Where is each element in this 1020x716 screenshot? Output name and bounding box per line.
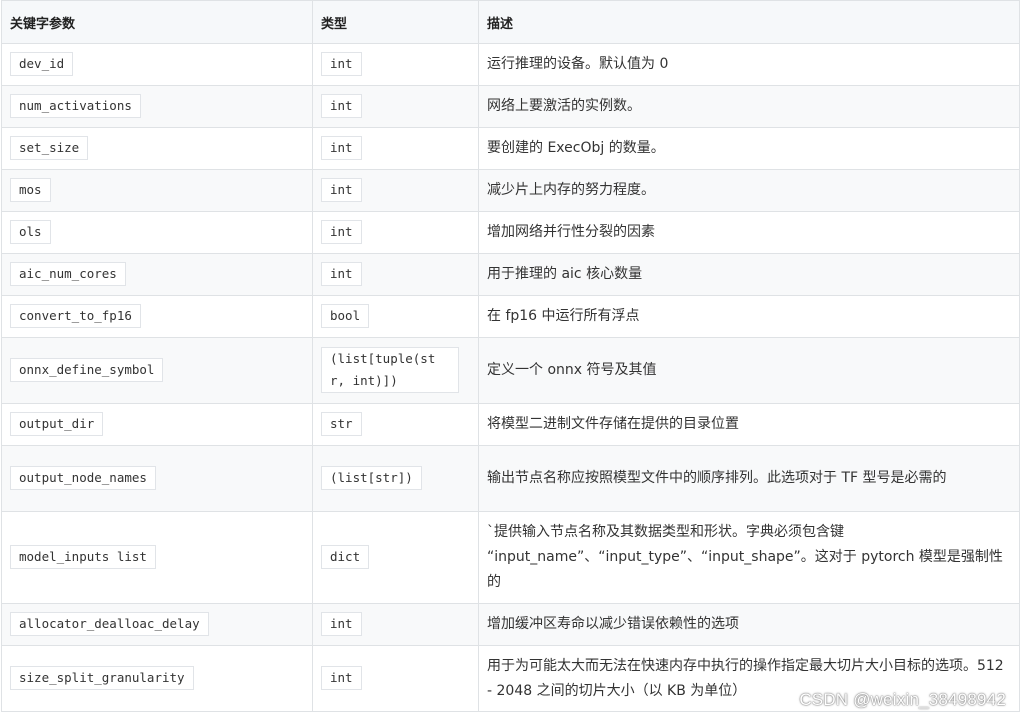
type-cell: (list[tuple(str, int)]) <box>312 337 479 404</box>
desc-cell: 网络上要激活的实例数。 <box>478 85 1020 128</box>
desc-cell: 定义一个 onnx 符号及其值 <box>478 337 1020 404</box>
param-cell: ols <box>1 211 313 254</box>
type-cell: int <box>312 603 479 646</box>
type-cell: int <box>312 645 479 712</box>
type-cell: int <box>312 127 479 170</box>
type-code: (list[tuple(str, int)]) <box>321 347 459 393</box>
header-param: 关键字参数 <box>1 0 313 44</box>
desc-cell: 输出节点名称应按照模型文件中的顺序排列。此选项对于 TF 型号是必需的 <box>478 445 1020 512</box>
table-row: onnx_define_symbol (list[tuple(str, int)… <box>1 337 1020 404</box>
desc-cell: 增加网络并行性分裂的因素 <box>478 211 1020 254</box>
param-code: output_node_names <box>10 466 156 490</box>
param-code: allocator_dealloac_delay <box>10 612 209 636</box>
param-code: mos <box>10 178 51 202</box>
param-cell: convert_to_fp16 <box>1 295 313 338</box>
desc-cell: 减少片上内存的努力程度。 <box>478 169 1020 212</box>
type-cell: int <box>312 43 479 86</box>
desc-cell: 在 fp16 中运行所有浮点 <box>478 295 1020 338</box>
param-code: num_activations <box>10 94 141 118</box>
table-row: ols int 增加网络并行性分裂的因素 <box>1 211 1020 254</box>
type-code: int <box>321 262 362 286</box>
param-cell: aic_num_cores <box>1 253 313 296</box>
param-cell: output_node_names <box>1 445 313 512</box>
table-row: set_size int 要创建的 ExecObj 的数量。 <box>1 127 1020 170</box>
param-cell: num_activations <box>1 85 313 128</box>
param-cell: set_size <box>1 127 313 170</box>
type-code: int <box>321 666 362 690</box>
table-row: num_activations int 网络上要激活的实例数。 <box>1 85 1020 128</box>
type-code: int <box>321 220 362 244</box>
type-code: int <box>321 178 362 202</box>
type-cell: int <box>312 253 479 296</box>
param-code: onnx_define_symbol <box>10 358 164 382</box>
desc-cell: 要创建的 ExecObj 的数量。 <box>478 127 1020 170</box>
table-row: aic_num_cores int 用于推理的 aic 核心数量 <box>1 253 1020 296</box>
table-row: output_node_names (list[str]) 输出节点名称应按照模… <box>1 445 1020 512</box>
table-row: mos int 减少片上内存的努力程度。 <box>1 169 1020 212</box>
param-code: set_size <box>10 136 89 160</box>
desc-cell: `提供输入节点名称及其数据类型和形状。字典必须包含键 “input_name”、… <box>478 511 1020 604</box>
param-cell: output_dir <box>1 403 313 446</box>
type-code: str <box>321 412 362 436</box>
table-row: output_dir str 将模型二进制文件存储在提供的目录位置 <box>1 403 1020 446</box>
header-type: 类型 <box>312 0 479 44</box>
param-code: dev_id <box>10 52 74 76</box>
type-code: int <box>321 52 362 76</box>
table-row: model_inputs list dict `提供输入节点名称及其数据类型和形… <box>1 511 1020 604</box>
type-code: int <box>321 612 362 636</box>
type-code: (list[str]) <box>321 466 422 490</box>
param-code: size_split_granularity <box>10 666 194 690</box>
type-cell: int <box>312 211 479 254</box>
param-code: ols <box>10 220 51 244</box>
desc-cell: 用于为可能太大而无法在快速内存中执行的操作指定最大切片大小目标的选项。512 -… <box>478 645 1020 712</box>
type-code: int <box>321 136 362 160</box>
param-cell: size_split_granularity <box>1 645 313 712</box>
type-cell: int <box>312 169 479 212</box>
type-cell: str <box>312 403 479 446</box>
param-code: aic_num_cores <box>10 262 126 286</box>
header-desc: 描述 <box>478 0 1020 44</box>
desc-cell: 增加缓冲区寿命以减少错误依赖性的选项 <box>478 603 1020 646</box>
table-row: size_split_granularity int 用于为可能太大而无法在快速… <box>1 645 1020 712</box>
table-row: convert_to_fp16 bool 在 fp16 中运行所有浮点 <box>1 295 1020 338</box>
param-code: convert_to_fp16 <box>10 304 141 328</box>
type-cell: dict <box>312 511 479 604</box>
table-row: allocator_dealloac_delay int 增加缓冲区寿命以减少错… <box>1 603 1020 646</box>
param-cell: dev_id <box>1 43 313 86</box>
parameters-table: 关键字参数 类型 描述 dev_id int 运行推理的设备。默认值为 0 nu… <box>1 0 1020 712</box>
param-cell: mos <box>1 169 313 212</box>
type-cell: bool <box>312 295 479 338</box>
param-cell: onnx_define_symbol <box>1 337 313 404</box>
table-row: dev_id int 运行推理的设备。默认值为 0 <box>1 43 1020 86</box>
table-header-row: 关键字参数 类型 描述 <box>1 0 1020 44</box>
param-cell: model_inputs list <box>1 511 313 604</box>
desc-cell: 将模型二进制文件存储在提供的目录位置 <box>478 403 1020 446</box>
desc-cell: 运行推理的设备。默认值为 0 <box>478 43 1020 86</box>
desc-cell: 用于推理的 aic 核心数量 <box>478 253 1020 296</box>
type-cell: int <box>312 85 479 128</box>
param-code: model_inputs list <box>10 545 156 569</box>
type-cell: (list[str]) <box>312 445 479 512</box>
type-code: int <box>321 94 362 118</box>
type-code: dict <box>321 545 370 569</box>
param-code: output_dir <box>10 412 104 436</box>
type-code: bool <box>321 304 370 328</box>
param-cell: allocator_dealloac_delay <box>1 603 313 646</box>
